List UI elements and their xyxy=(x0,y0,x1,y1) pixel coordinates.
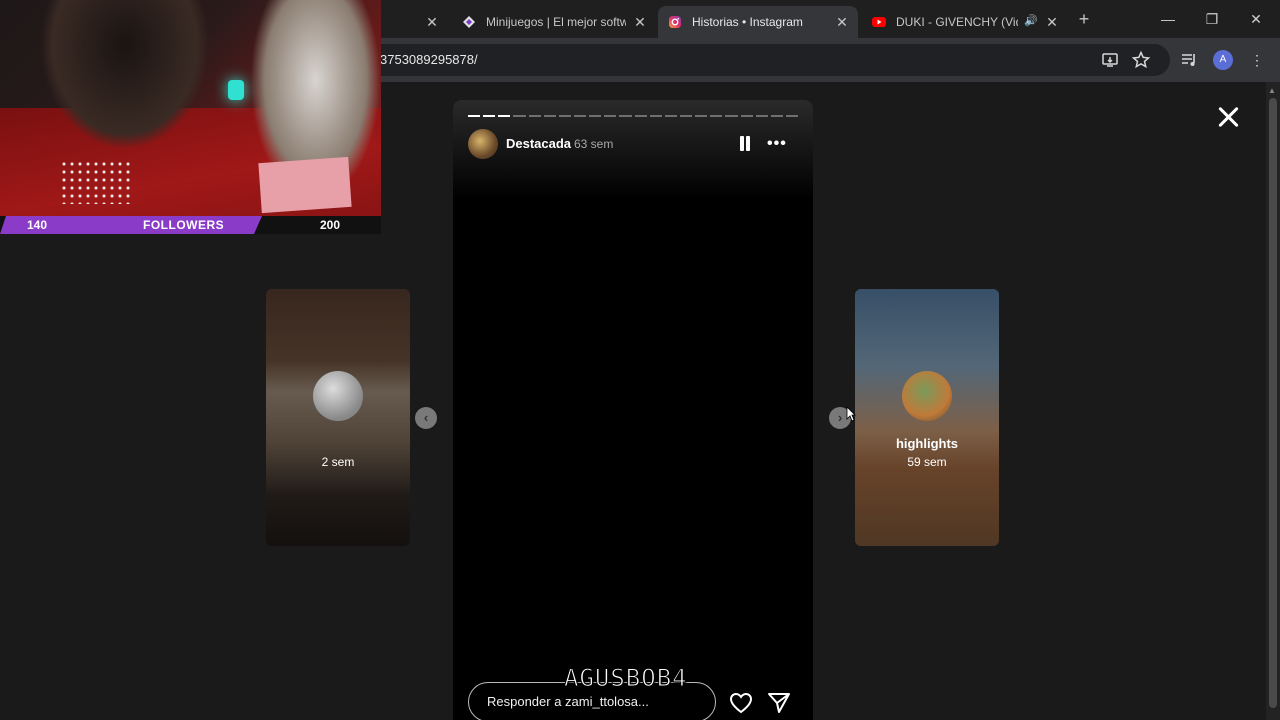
tab-title: DUKI - GIVENCHY (Vide xyxy=(896,15,1018,29)
scroll-up-arrow-icon[interactable]: ▲ xyxy=(1268,86,1276,95)
followers-goal: 200 xyxy=(320,218,341,232)
progress-segment xyxy=(770,115,783,117)
new-tab-button[interactable]: + xyxy=(1074,10,1094,30)
tab-title: Historias • Instagram xyxy=(692,15,803,29)
progress-segment xyxy=(695,115,708,117)
progress-segment xyxy=(513,115,526,117)
avatar[interactable] xyxy=(468,129,498,159)
progress-segment xyxy=(604,115,617,117)
screen: ✕ Minijuegos | El mejor softw ✕ Historia… xyxy=(0,0,1280,720)
tab-close-icon[interactable]: ✕ xyxy=(632,14,648,30)
pause-icon[interactable] xyxy=(739,136,751,151)
progress-segment xyxy=(664,115,677,117)
url-text: 3753089295878/ xyxy=(380,52,478,67)
progress-segment xyxy=(558,115,571,117)
diamond-icon xyxy=(463,16,475,28)
progress-segment xyxy=(725,115,738,117)
progress-segment xyxy=(619,115,632,117)
progress-segment xyxy=(649,115,662,117)
youtube-icon xyxy=(872,17,886,27)
tab-instagram[interactable]: Historias • Instagram ✕ xyxy=(658,6,858,38)
progress-segment xyxy=(573,115,587,117)
progress-segment xyxy=(468,115,481,117)
tab-close-icon[interactable]: ✕ xyxy=(1044,14,1060,30)
followers-label: FOLLOWERS xyxy=(143,218,225,232)
minimize-button[interactable]: — xyxy=(1148,8,1188,30)
progress-segment xyxy=(589,115,602,117)
streamer-watermark: AGUSBOB4 xyxy=(564,664,688,693)
tab-previous[interactable]: ✕ xyxy=(380,6,448,38)
tab-youtube[interactable]: DUKI - GIVENCHY (Vide 🔊 ✕ xyxy=(862,6,1068,38)
tab-close-icon[interactable]: ✕ xyxy=(834,14,850,30)
avatar xyxy=(902,371,952,421)
progress-segment xyxy=(710,115,723,117)
story-username[interactable]: Destacada xyxy=(506,136,571,151)
heart-icon[interactable] xyxy=(729,692,753,714)
story-progress-bar xyxy=(468,115,799,117)
progress-segment xyxy=(543,115,556,117)
bookmark-star-icon[interactable] xyxy=(1131,50,1151,70)
progress-segment xyxy=(498,115,511,117)
progress-segment xyxy=(679,115,693,117)
media-controls-icon[interactable] xyxy=(1179,50,1199,70)
progress-segment xyxy=(634,115,647,117)
progress-segment xyxy=(785,115,799,117)
progress-segment xyxy=(528,115,541,117)
close-window-button[interactable]: ✕ xyxy=(1236,8,1276,30)
microphone-light xyxy=(228,80,244,100)
menu-kebab-icon[interactable]: ⋮ xyxy=(1247,50,1267,70)
webcam-overlay xyxy=(0,0,381,216)
story-timestamp: 63 sem xyxy=(574,137,614,151)
more-options-icon[interactable]: ••• xyxy=(767,135,787,153)
progress-segment xyxy=(755,115,768,117)
close-icon[interactable] xyxy=(1214,102,1244,132)
speaker-icon[interactable]: 🔊 xyxy=(1024,14,1038,27)
followers-current: 140 xyxy=(27,218,48,232)
story-panel[interactable]: Destacada 63 sem ••• Responder a zami_tt… xyxy=(453,100,813,720)
progress-segment xyxy=(740,115,753,117)
tab-minijuegos[interactable]: Minijuegos | El mejor softw ✕ xyxy=(452,6,656,38)
previous-story-card[interactable]: 2 sem xyxy=(266,289,410,546)
restore-button[interactable]: ❐ xyxy=(1192,8,1232,30)
install-app-icon[interactable] xyxy=(1100,50,1120,70)
next-story-card[interactable]: highlights 59 sem xyxy=(855,289,999,546)
mouse-cursor-icon xyxy=(846,406,856,422)
tab-close-icon[interactable]: ✕ xyxy=(424,14,440,30)
profile-avatar[interactable]: A xyxy=(1213,50,1233,70)
story-age: 59 sem xyxy=(907,455,947,469)
progress-segment xyxy=(483,115,496,117)
story-title: highlights xyxy=(895,436,959,451)
instagram-icon xyxy=(669,16,681,28)
tab-title: Minijuegos | El mejor softw xyxy=(486,15,626,29)
avatar xyxy=(313,371,363,421)
send-icon[interactable] xyxy=(767,692,791,714)
story-age: 2 sem xyxy=(321,455,355,469)
scrollbar-thumb[interactable] xyxy=(1269,98,1277,708)
chevron-left-icon[interactable]: ‹ xyxy=(415,407,437,429)
